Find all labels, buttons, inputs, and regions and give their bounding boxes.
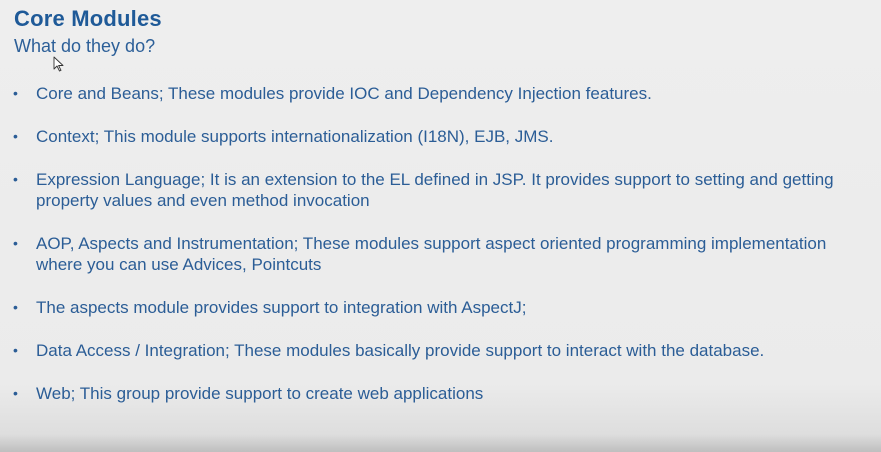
- slide-title: Core Modules: [14, 6, 162, 31]
- bullet-icon: •: [13, 128, 18, 144]
- bullet-list: • Core and Beans; These modules provide …: [0, 83, 881, 426]
- bullet-item-context: • Context; This module supports internat…: [0, 126, 881, 147]
- bullet-text: Data Access / Integration; These modules…: [36, 341, 765, 360]
- bullet-text: Expression Language; It is an extension …: [36, 170, 834, 210]
- bullet-text: Core and Beans; These modules provide IO…: [36, 84, 652, 103]
- bullet-item-web: • Web; This group provide support to cre…: [0, 383, 881, 404]
- bullet-icon: •: [13, 171, 18, 187]
- bullet-item-core-beans: • Core and Beans; These modules provide …: [0, 83, 881, 104]
- bullet-text: The aspects module provides support to i…: [36, 298, 527, 317]
- bullet-item-aspects: • The aspects module provides support to…: [0, 297, 881, 318]
- slide-subtitle: What do they do?: [14, 36, 156, 56]
- slide: Core Modules What do they do? • Core and…: [0, 0, 881, 452]
- bullet-icon: •: [13, 342, 18, 358]
- bullet-item-data-access: • Data Access / Integration; These modul…: [0, 340, 881, 361]
- mouse-pointer-icon: [53, 56, 64, 72]
- bullet-icon: •: [13, 299, 18, 315]
- bullet-icon: •: [13, 235, 18, 251]
- bullet-text: Context; This module supports internatio…: [36, 127, 554, 146]
- bullet-icon: •: [13, 385, 18, 401]
- bullet-item-expression-language: • Expression Language; It is an extensio…: [0, 169, 881, 211]
- bullet-text: Web; This group provide support to creat…: [36, 384, 484, 403]
- bullet-item-aop: • AOP, Aspects and Instrumentation; Thes…: [0, 233, 881, 275]
- bullet-icon: •: [13, 85, 18, 101]
- bottom-shadow: [0, 434, 881, 452]
- bullet-text: AOP, Aspects and Instrumentation; These …: [36, 234, 827, 274]
